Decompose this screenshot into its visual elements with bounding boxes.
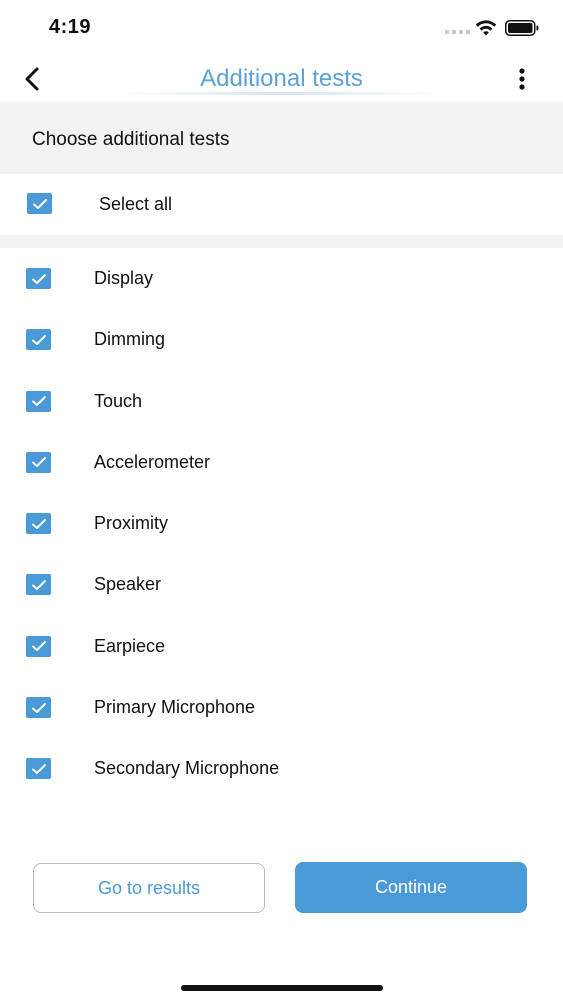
checkmark-icon (31, 763, 46, 774)
checkmark-icon (31, 396, 46, 407)
checkmark-icon (31, 457, 46, 468)
title-underline (120, 92, 440, 95)
test-list: Display Dimming Touch Accelerometer Prox… (0, 248, 563, 800)
test-label: Proximity (94, 513, 169, 534)
test-item-proximity[interactable]: Proximity (0, 493, 563, 554)
battery-icon (505, 20, 539, 36)
status-time: 4:19 (49, 16, 92, 38)
status-bar: 4:19 (0, 0, 563, 56)
checkmark-icon (31, 641, 46, 652)
test-checkbox[interactable] (26, 758, 51, 780)
wifi-icon (475, 20, 497, 36)
checkmark-icon (32, 198, 47, 209)
test-checkbox[interactable] (26, 451, 51, 473)
test-label: Accelerometer (94, 451, 211, 472)
continue-button[interactable]: Continue (295, 862, 527, 913)
test-label: Primary Microphone (94, 697, 256, 718)
go-to-results-button[interactable]: Go to results (33, 863, 265, 913)
home-indicator (181, 985, 383, 991)
section-header: Choose additional tests (0, 102, 563, 174)
test-checkbox[interactable] (26, 635, 51, 657)
test-label: Dimming (94, 329, 166, 350)
test-label: Display (94, 268, 154, 288)
test-checkbox[interactable] (26, 574, 51, 596)
checkmark-icon (31, 702, 46, 713)
test-item-speaker[interactable]: Speaker (0, 554, 563, 615)
select-all-row[interactable]: Select all (0, 174, 563, 235)
checkmark-icon (31, 579, 46, 590)
page-title: Additional tests (200, 65, 363, 92)
test-item-accelerometer[interactable]: Accelerometer (0, 432, 563, 493)
test-item-secondary-microphone[interactable]: Secondary Microphone (0, 738, 563, 799)
section-header-text: Choose additional tests (32, 129, 230, 150)
test-item-earpiece[interactable]: Earpiece (0, 616, 563, 677)
test-item-touch[interactable]: Touch (0, 371, 563, 432)
test-label: Speaker (94, 574, 162, 595)
select-all-checkbox[interactable] (27, 193, 52, 214)
test-item-display[interactable]: Display (0, 248, 563, 309)
select-all-label: Select all (99, 194, 173, 214)
checkmark-icon (31, 273, 46, 284)
test-checkbox[interactable] (26, 329, 51, 351)
test-label: Touch (94, 390, 143, 411)
checkmark-icon (31, 334, 46, 345)
test-item-dimming[interactable]: Dimming (0, 309, 563, 370)
checkmark-icon (31, 518, 46, 529)
divider (0, 235, 563, 248)
test-checkbox[interactable] (26, 513, 51, 535)
test-checkbox[interactable] (26, 697, 51, 719)
more-vertical-icon (519, 68, 525, 90)
test-checkbox[interactable] (26, 390, 51, 412)
test-item-primary-microphone[interactable]: Primary Microphone (0, 677, 563, 738)
test-label: Earpiece (94, 635, 166, 656)
nav-bar: Additional tests (0, 56, 563, 102)
cellular-signal-icon (445, 30, 470, 34)
test-checkbox[interactable] (26, 268, 51, 289)
test-label: Secondary Microphone (94, 758, 280, 779)
more-options-button[interactable] (512, 66, 532, 92)
